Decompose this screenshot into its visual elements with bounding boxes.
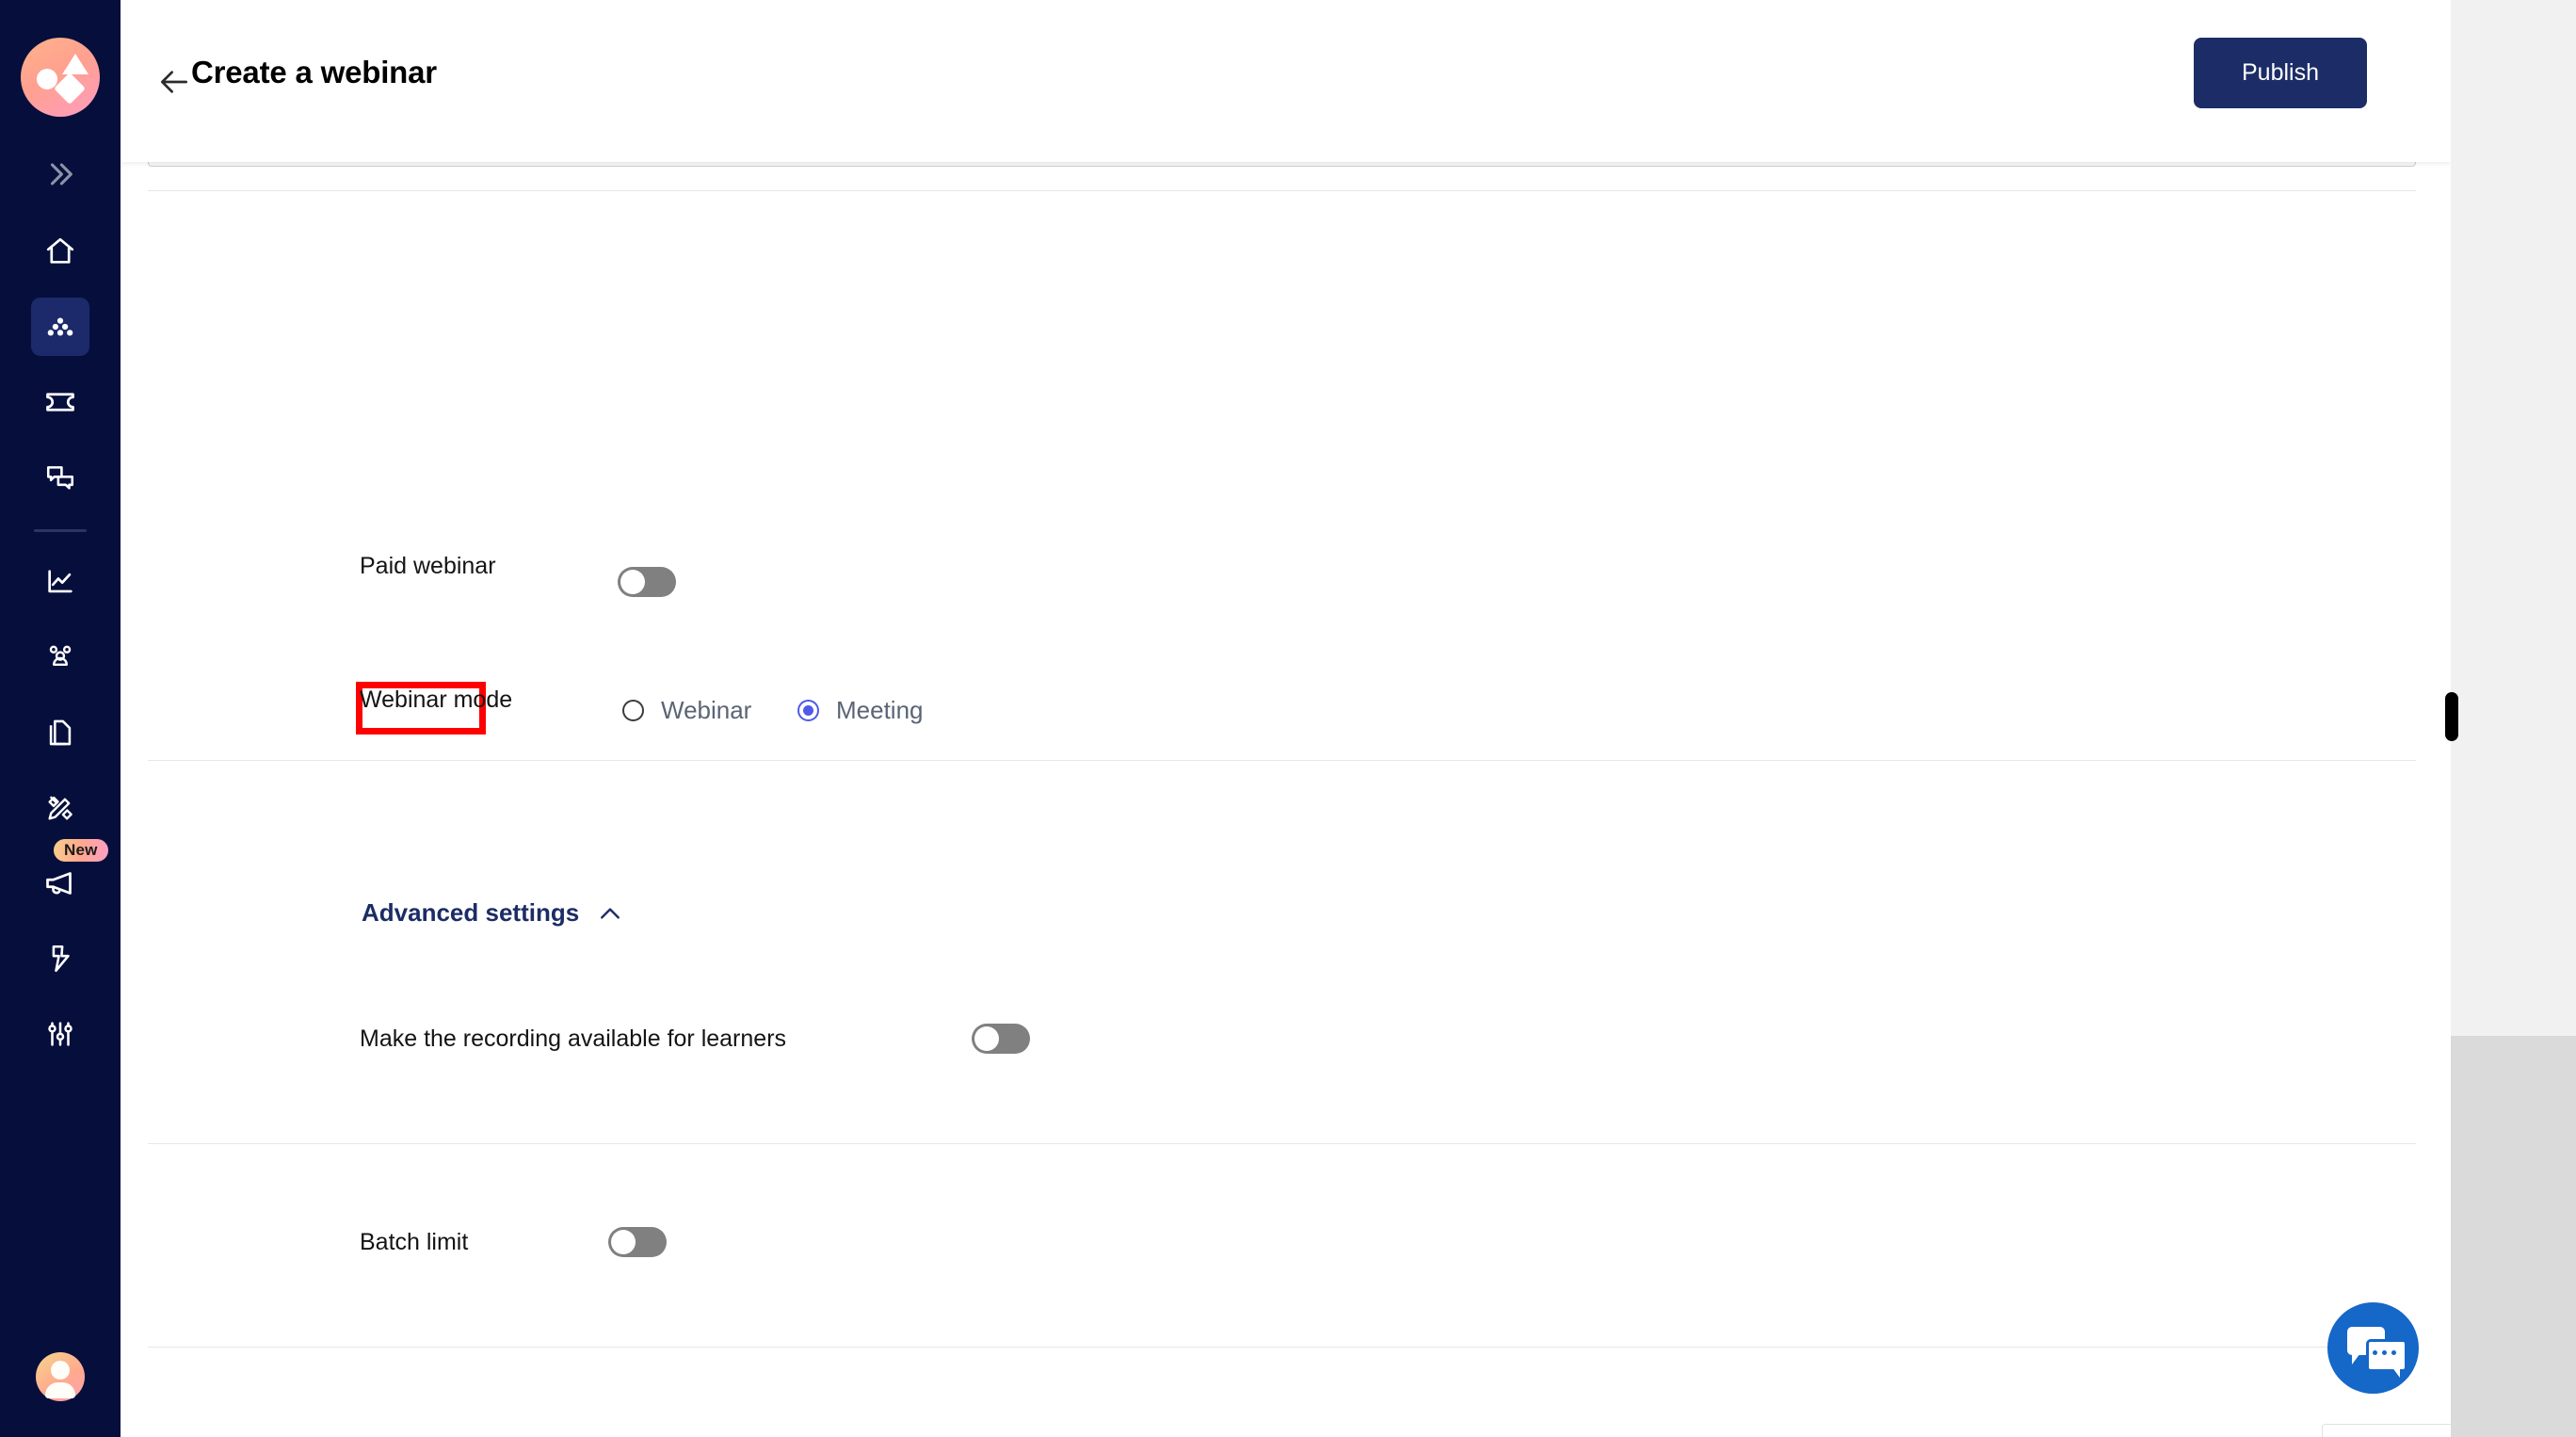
- radio-label-meeting: Meeting: [836, 696, 924, 724]
- sidebar-item-courses[interactable]: [31, 298, 89, 356]
- scrollbar-track[interactable]: [2451, 0, 2576, 1437]
- sidebar-collapse-toggle[interactable]: [31, 145, 89, 203]
- divider: [148, 1347, 2416, 1348]
- chat-bubbles-icon: [2373, 1350, 2396, 1355]
- ticket-icon: [43, 385, 77, 419]
- divider: [148, 760, 2416, 761]
- pencil-ruler-icon: [44, 792, 76, 824]
- lightning-icon: [44, 943, 76, 975]
- publish-button[interactable]: Publish: [2194, 38, 2367, 108]
- new-badge: New: [54, 839, 108, 862]
- divider: [148, 1143, 2416, 1144]
- home-icon: [44, 235, 76, 267]
- recording-available-toggle[interactable]: [972, 1024, 1030, 1054]
- sidebar-item-analytics[interactable]: [31, 553, 89, 611]
- logo-triangle-shape: [62, 54, 89, 74]
- vertical-scrollbar-thumb[interactable]: [2445, 692, 2458, 741]
- back-button[interactable]: [156, 64, 192, 100]
- scrollbar-track-lower: [2451, 1036, 2576, 1437]
- advanced-settings-toggle[interactable]: Advanced settings: [362, 898, 624, 928]
- page-title: Create a webinar: [191, 55, 437, 89]
- app-logo[interactable]: [21, 38, 100, 117]
- sidebar-item-learners[interactable]: [31, 628, 89, 686]
- batch-limit-label: Batch limit: [360, 1229, 469, 1255]
- top-bar: Create a webinar Publish: [121, 0, 2451, 162]
- avatar-head-shape: [51, 1361, 70, 1380]
- paid-webinar-label: Paid webinar: [360, 553, 496, 579]
- radio-option-webinar[interactable]: Webinar: [622, 696, 751, 725]
- users-icon: [44, 641, 76, 673]
- logo-diamond-shape: [54, 73, 86, 105]
- sidebar-item-ticket[interactable]: [31, 373, 89, 431]
- avatar-body-shape: [45, 1382, 75, 1398]
- toggle-knob: [974, 1026, 999, 1051]
- courses-icon: [44, 311, 76, 343]
- toggle-knob: [620, 570, 645, 594]
- radio-circle-selected-icon: [797, 700, 819, 721]
- webinar-mode-label: Webinar mode: [360, 686, 513, 713]
- documents-icon: [44, 717, 76, 749]
- sliders-icon: [44, 1018, 76, 1050]
- radio-circle-icon: [622, 700, 644, 721]
- recording-available-label: Make the recording available for learner…: [360, 1025, 787, 1052]
- radio-label-webinar: Webinar: [661, 696, 752, 724]
- sidebar: New: [0, 0, 121, 1437]
- chat-bubbles-icon: [44, 461, 76, 493]
- radio-option-meeting[interactable]: Meeting: [797, 696, 924, 725]
- chevron-double-right-icon: [44, 158, 76, 190]
- form-content: Paid webinar Webinar mode Webinar Meetin…: [121, 84, 2556, 1437]
- main-region: Create a webinar Publish Paid webinar We…: [121, 0, 2576, 1437]
- chat-bubble-front-shape: [2366, 1339, 2407, 1378]
- megaphone-icon: [43, 866, 77, 900]
- sidebar-item-documents[interactable]: [31, 703, 89, 762]
- advanced-settings-label: Advanced settings: [362, 898, 580, 927]
- sidebar-item-messages[interactable]: [31, 448, 89, 507]
- arrow-left-icon: [156, 71, 192, 104]
- sidebar-item-home[interactable]: [31, 222, 89, 281]
- chat-support-launcher[interactable]: [2327, 1302, 2419, 1394]
- user-avatar[interactable]: [36, 1352, 85, 1401]
- paid-webinar-toggle[interactable]: [618, 567, 676, 597]
- toggle-knob: [611, 1230, 636, 1254]
- divider: [148, 190, 2416, 191]
- chevron-up-icon: [596, 899, 624, 928]
- chart-line-icon: [44, 566, 76, 598]
- sidebar-item-automations[interactable]: [31, 929, 89, 988]
- sidebar-item-marketing[interactable]: New: [31, 839, 108, 912]
- batch-limit-toggle[interactable]: [608, 1227, 667, 1257]
- sidebar-divider: [34, 529, 87, 532]
- sidebar-item-settings[interactable]: [31, 1005, 89, 1063]
- sidebar-item-design[interactable]: [31, 779, 89, 837]
